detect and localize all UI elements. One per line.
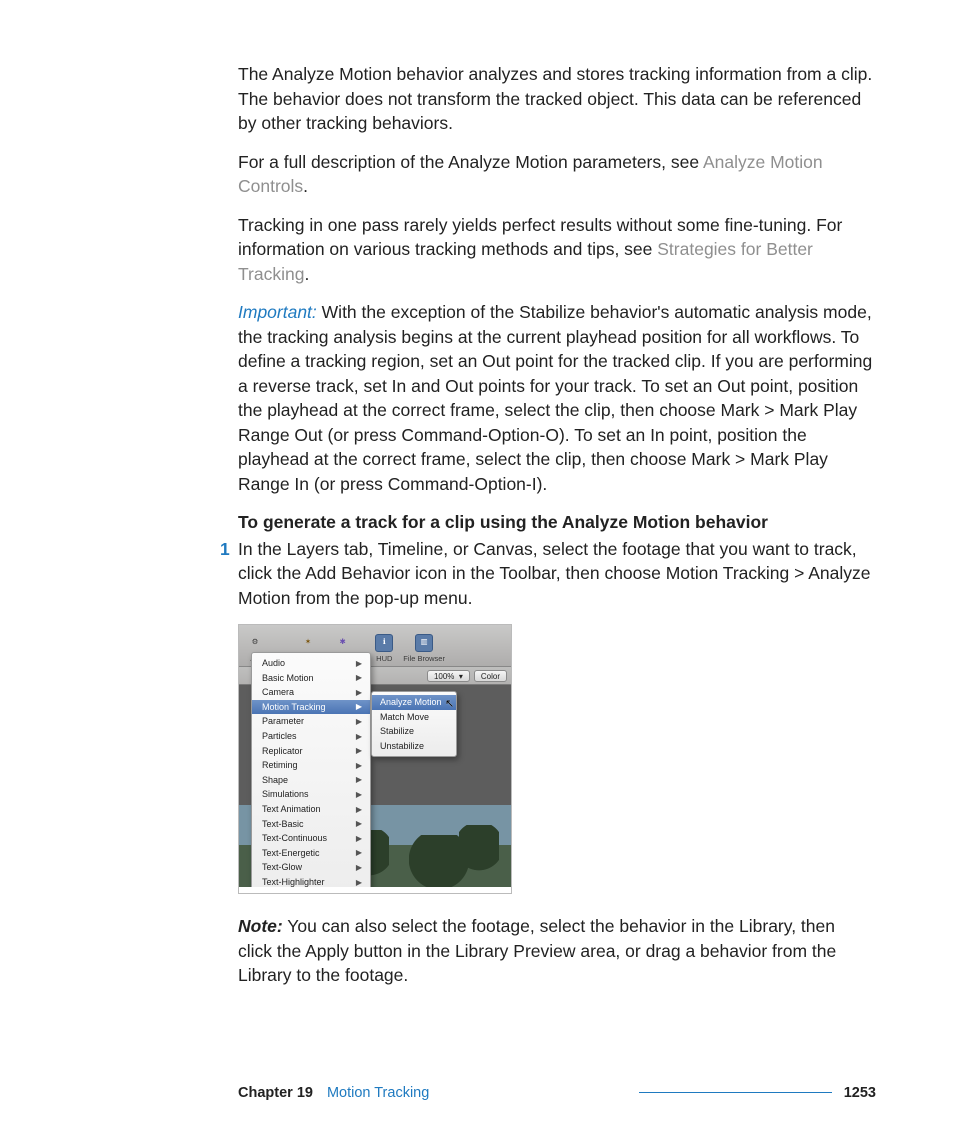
submenu-arrow-icon: ▶ [356,701,362,712]
cursor-icon: ↖ [445,697,454,712]
paragraph-params: For a full description of the Analyze Mo… [238,150,873,199]
submenu-arrow-icon: ▶ [356,789,362,800]
menu-item-label: Shape [262,774,288,787]
submenu-arrow-icon: ▶ [356,774,362,785]
menu-item[interactable]: Simulations ▶ [252,787,370,802]
hud-icon: ℹ [375,634,393,652]
toolbar-btn-file-browser[interactable]: ▥ File Browser [403,634,445,665]
gear-icon: ⚙ [246,634,264,652]
menu-item-label: Basic Motion [262,672,314,685]
submenu-item-label: Unstabilize [380,740,424,753]
note-label: Note: [238,916,283,936]
note-paragraph: Note: You can also select the footage, s… [238,914,873,988]
text: . [303,176,308,196]
toolbar-btn-hud[interactable]: ℹ HUD [375,634,393,665]
submenu-arrow-icon: ▶ [356,672,362,683]
note-body: You can also select the footage, select … [238,916,836,985]
toolbar-label: HUD [376,654,392,665]
screenshot-figure: ⚙Ad ✶les ✱Replicate ℹHUD ▥File Browser 1… [238,624,512,894]
submenu-item[interactable]: Stabilize [372,724,456,739]
menu-item-label: Replicator [262,745,303,758]
submenu-item[interactable]: Unstabilize [372,739,456,754]
menu-item[interactable]: Text-Glow ▶ [252,860,370,875]
step-body: In the Layers tab, Timeline, or Canvas, … [238,537,873,611]
menu-item[interactable]: Text Animation ▶ [252,802,370,817]
menu-item[interactable]: Text-Energetic ▶ [252,846,370,861]
color-popup[interactable]: Color [474,670,507,682]
paragraph-tracking: Tracking in one pass rarely yields perfe… [238,213,873,287]
menu-item-label: Motion Tracking [262,701,326,714]
menu-item-label: Particles [262,730,297,743]
submenu-arrow-icon: ▶ [356,818,362,829]
submenu-item[interactable]: Match Move [372,710,456,725]
submenu-arrow-icon: ▶ [356,760,362,771]
submenu-arrow-icon: ▶ [356,658,362,669]
file-browser-icon: ▥ [415,634,433,652]
menu-item-label: Camera [262,686,294,699]
submenu-arrow-icon: ▶ [356,687,362,698]
particles-icon: ✶ [299,634,317,652]
submenu-arrow-icon: ▶ [356,833,362,844]
page-number: 1253 [844,1083,876,1103]
menu-item-label: Simulations [262,788,309,801]
submenu-item-label: Stabilize [380,725,414,738]
submenu-arrow-icon: ▶ [356,745,362,756]
zoom-popup[interactable]: 100% ▾ [427,670,470,682]
menu-item[interactable]: Retiming ▶ [252,758,370,773]
menu-item[interactable]: Text-Continuous ▶ [252,831,370,846]
important-note: Important: With the exception of the Sta… [238,300,873,496]
submenu-arrow-icon: ▶ [356,731,362,742]
submenu-item-label: Match Move [380,711,429,724]
menu-item-label: Parameter [262,715,304,728]
footer-rule [639,1092,831,1093]
submenu-item-label: Analyze Motion [380,696,442,709]
menu-item-label: Audio [262,657,285,670]
text: For a full description of the Analyze Mo… [238,152,703,172]
menu-item[interactable]: Audio ▶ [252,656,370,671]
page-footer: Chapter 19 Motion Tracking 1253 [238,1083,876,1103]
menu-item[interactable]: Shape ▶ [252,773,370,788]
menu-item-label: Text-Energetic [262,847,320,860]
important-label: Important: [238,302,317,322]
toolbar-label: File Browser [403,654,445,665]
submenu-item[interactable]: Analyze Motion [372,695,456,710]
menu-item-label: Text-Glow [262,861,302,874]
chapter-title: Motion Tracking [327,1083,429,1103]
section-heading: To generate a track for a clip using the… [238,510,873,535]
menu-item[interactable]: Motion Tracking ▶ [252,700,370,715]
paragraph-intro: The Analyze Motion behavior analyzes and… [238,62,873,136]
menu-item-label: Text-Continuous [262,832,327,845]
menu-item-label: Text-Basic [262,818,304,831]
submenu-arrow-icon: ▶ [356,804,362,815]
menu-item[interactable]: Parameter ▶ [252,714,370,729]
menu-item[interactable]: Particles ▶ [252,729,370,744]
menu-item[interactable]: Replicator ▶ [252,744,370,759]
step-number: 1 [220,537,230,562]
important-body: With the exception of the Stabilize beha… [238,302,872,494]
menu-item-label: Text Animation [262,803,321,816]
replicate-icon: ✱ [334,634,352,652]
submenu-arrow-icon: ▶ [356,862,362,873]
chapter-label: Chapter 19 [238,1083,313,1103]
menu-item-label: Retiming [262,759,298,772]
menu-item[interactable]: Camera ▶ [252,685,370,700]
menu-item[interactable]: Text-Basic ▶ [252,817,370,832]
submenu-arrow-icon: ▶ [356,847,362,858]
text: . [304,264,309,284]
menu-item[interactable]: Basic Motion ▶ [252,671,370,686]
submenu-arrow-icon: ▶ [356,716,362,727]
behavior-menu[interactable]: Audio▶Basic Motion▶Camera▶Motion Trackin… [251,652,371,894]
